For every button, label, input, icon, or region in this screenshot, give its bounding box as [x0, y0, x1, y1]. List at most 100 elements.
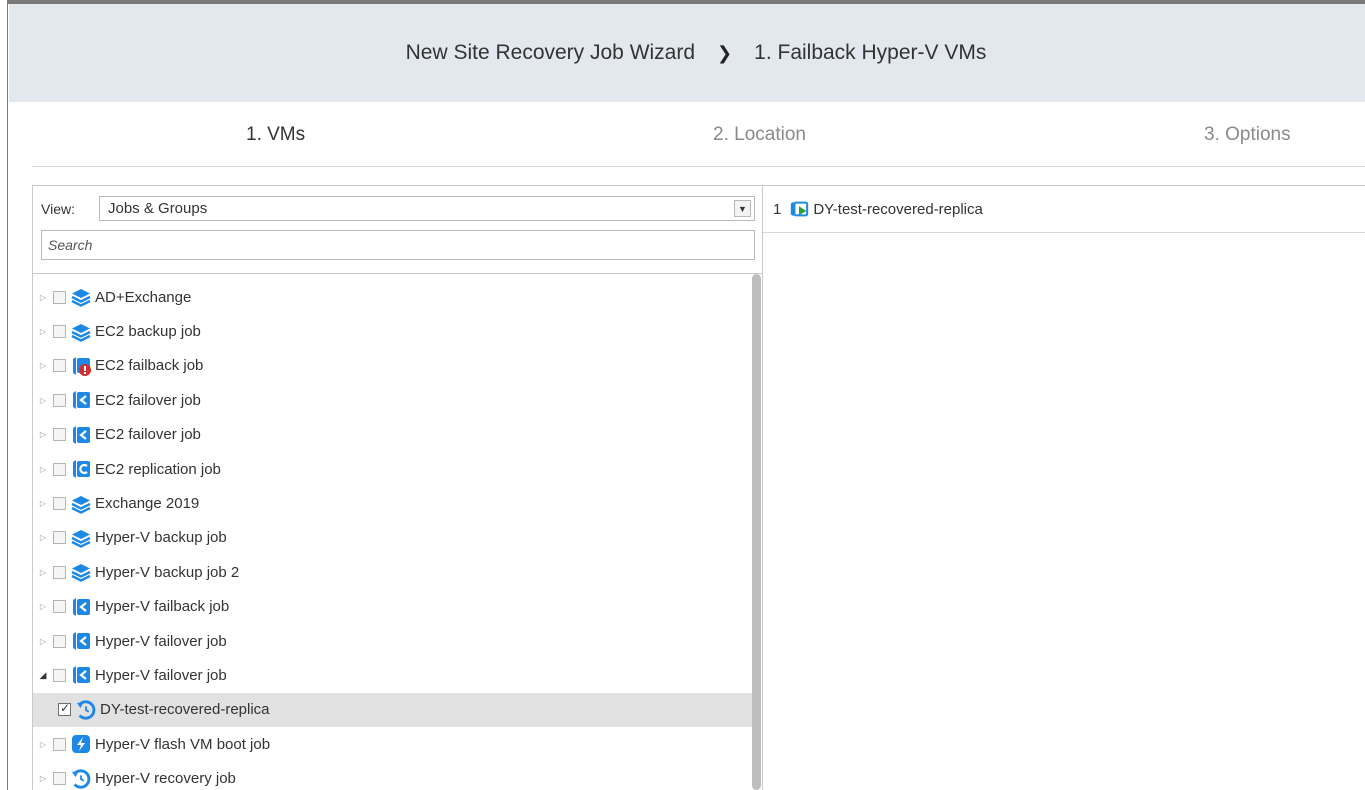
backup-job-icon: [71, 321, 91, 343]
vm-recovered-icon: [76, 699, 96, 721]
tree-row[interactable]: ▷ EC2 failover job: [33, 418, 753, 452]
backup-job-icon: [71, 493, 91, 515]
checkbox[interactable]: [53, 497, 66, 511]
search-placeholder: Search: [48, 237, 93, 253]
checkbox[interactable]: [53, 393, 66, 407]
checkbox[interactable]: [53, 600, 66, 614]
failback-job-error-icon: [71, 355, 91, 377]
view-selector-row: View: Jobs & Groups ▼: [41, 196, 755, 221]
tree-row[interactable]: ▷ Hyper-V failback job: [33, 590, 753, 624]
tree-row[interactable]: ▷ EC2 failback job: [33, 349, 753, 383]
expand-arrow-icon[interactable]: ▷: [38, 533, 48, 542]
step-vms[interactable]: 1. VMs: [246, 124, 305, 146]
selected-vms-panel: 1 DY-test-recovered-replica: [763, 185, 1365, 790]
tree-row[interactable]: ▷ Hyper-V failover job: [33, 624, 753, 658]
checkbox[interactable]: [53, 531, 66, 545]
recovery-job-icon: [71, 768, 91, 790]
step-location[interactable]: 2. Location: [713, 124, 806, 146]
tree-row[interactable]: ▷ AD+Exchange: [33, 280, 753, 314]
view-label: View:: [41, 200, 75, 217]
flash-boot-icon: [71, 733, 91, 755]
replica-vm-icon: [789, 198, 809, 220]
tree-item-label: Hyper-V failover job: [95, 632, 227, 650]
failover-job-icon: [71, 596, 91, 618]
expand-arrow-icon[interactable]: ▷: [38, 293, 48, 302]
backup-job-icon: [71, 527, 91, 549]
breadcrumb: New Site Recovery Job Wizard ❯ 1. Failba…: [406, 41, 987, 65]
tree-item-label: Exchange 2019: [95, 495, 200, 513]
failover-job-icon: [71, 424, 91, 446]
step-title: 1. Failback Hyper-V VMs: [754, 41, 987, 64]
checkbox[interactable]: [53, 772, 66, 786]
expand-arrow-icon[interactable]: ▷: [38, 499, 48, 508]
selected-vm-index: 1: [773, 200, 782, 218]
step-options[interactable]: 3. Options: [1204, 124, 1291, 146]
selected-vm-label: DY-test-recovered-replica: [813, 200, 983, 218]
expand-arrow-icon[interactable]: ▷: [38, 430, 48, 439]
checkbox-checked[interactable]: [58, 701, 71, 717]
tree-row[interactable]: ◢ Hyper-V failover job: [33, 658, 753, 692]
wizard-header: New Site Recovery Job Wizard ❯ 1. Failba…: [9, 4, 1365, 102]
failover-job-icon: [71, 389, 91, 411]
expand-arrow-icon[interactable]: ▷: [38, 327, 48, 336]
job-tree: ▷ AD+Exchange ▷ EC2 backup job ▷ EC2 fai…: [33, 280, 753, 790]
tree-row[interactable]: ▷ Hyper-V recovery job: [33, 761, 753, 790]
expand-arrow-icon[interactable]: ▷: [38, 396, 48, 405]
replication-job-icon: [71, 458, 91, 480]
checkbox[interactable]: [53, 290, 66, 304]
tree-row-vm[interactable]: DY-test-recovered-replica: [33, 692, 753, 728]
failover-job-icon: [71, 630, 91, 652]
tree-item-label: Hyper-V failover job: [95, 666, 227, 684]
tree-item-label: AD+Exchange: [95, 288, 192, 306]
divider: [33, 273, 762, 274]
checkbox[interactable]: [53, 737, 66, 751]
tree-item-label: Hyper-V backup job: [95, 529, 227, 547]
tree-item-label: Hyper-V recovery job: [95, 770, 236, 788]
backup-job-icon: [71, 561, 91, 583]
tree-row[interactable]: ▷ Hyper-V backup job 2: [33, 555, 753, 589]
tree-row[interactable]: ▷ Exchange 2019: [33, 486, 753, 520]
expand-arrow-icon[interactable]: ▷: [38, 465, 48, 474]
checkbox[interactable]: [53, 565, 66, 579]
checkbox[interactable]: [53, 325, 66, 339]
tree-item-label: EC2 backup job: [95, 323, 201, 341]
expand-arrow-icon[interactable]: ▷: [38, 637, 48, 646]
checkbox[interactable]: [53, 462, 66, 476]
selected-vm-row[interactable]: 1 DY-test-recovered-replica: [763, 186, 1365, 233]
expand-arrow-icon[interactable]: ▷: [38, 602, 48, 611]
tree-item-label: DY-test-recovered-replica: [100, 701, 270, 719]
checkbox[interactable]: [53, 428, 66, 442]
vm-source-panel: View: Jobs & Groups ▼ Search ▷ AD+Exchan…: [32, 185, 763, 790]
tree-row[interactable]: ▷ EC2 replication job: [33, 452, 753, 486]
window-left-border: [0, 0, 8, 790]
checkbox[interactable]: [53, 668, 66, 682]
expand-arrow-icon[interactable]: ▷: [38, 361, 48, 370]
search-input[interactable]: Search: [41, 230, 755, 260]
tree-row[interactable]: ▷ EC2 failover job: [33, 383, 753, 417]
failover-job-icon: [71, 664, 91, 686]
checkbox[interactable]: [53, 359, 66, 373]
tree-item-label: Hyper-V flash VM boot job: [95, 735, 271, 753]
tree-item-label: EC2 replication job: [95, 460, 221, 478]
collapse-arrow-icon[interactable]: ◢: [38, 670, 48, 681]
tree-scrollbar[interactable]: [752, 274, 761, 790]
expand-arrow-icon[interactable]: ▷: [38, 774, 48, 783]
expand-arrow-icon[interactable]: ▷: [38, 740, 48, 749]
tree-row[interactable]: ▷ Hyper-V backup job: [33, 521, 753, 555]
tree-item-label: Hyper-V failback job: [95, 598, 230, 616]
tree-item-label: EC2 failback job: [95, 357, 204, 375]
expand-arrow-icon[interactable]: ▷: [38, 568, 48, 577]
dropdown-arrow-icon[interactable]: ▼: [734, 200, 751, 217]
tree-item-label: Hyper-V backup job 2: [95, 563, 240, 581]
checkbox[interactable]: [53, 634, 66, 648]
view-selected-value: Jobs & Groups: [108, 200, 208, 217]
tree-item-label: EC2 failover job: [95, 391, 201, 409]
backup-job-icon: [71, 286, 91, 308]
view-dropdown[interactable]: Jobs & Groups ▼: [99, 196, 755, 221]
wizard-steps: 1. VMs 2. Location 3. Options: [32, 102, 1365, 167]
tree-row[interactable]: ▷ EC2 backup job: [33, 314, 753, 348]
chevron-right-icon: ❯: [717, 42, 733, 63]
tree-item-label: EC2 failover job: [95, 426, 201, 444]
wizard-title: New Site Recovery Job Wizard: [405, 41, 696, 64]
tree-row[interactable]: ▷ Hyper-V flash VM boot job: [33, 727, 753, 761]
